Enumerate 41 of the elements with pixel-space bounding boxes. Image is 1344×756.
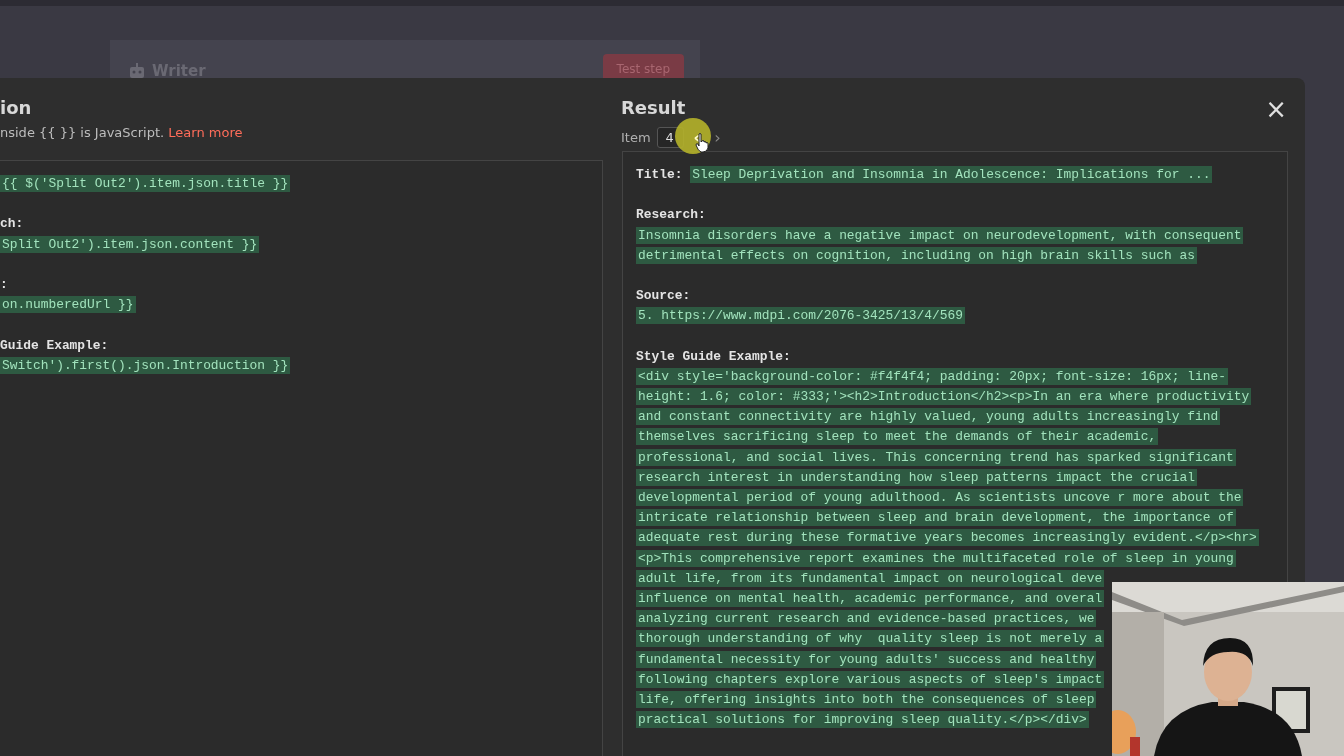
expression-value: intricate relationship between sleep and brain development, the importance of	[636, 509, 1236, 527]
expression-value: Insomnia disorders have a negative impact on neurodevelopment, with consequent	[636, 226, 1244, 244]
expression-value: research interest in understanding how sleep patterns impact the crucial	[636, 468, 1197, 486]
previous-item-button[interactable]: ‹	[689, 127, 705, 147]
expression-value: adult life, from its fundamental impact on neurological deve	[636, 569, 1105, 587]
expression-value: detrimental effects on cognition, including on high brain skills such as	[636, 246, 1197, 264]
field-label: Style Guide Example:	[636, 348, 791, 364]
learn-more-link[interactable]: Learn more	[168, 125, 243, 140]
expression-value: life, offering insights into both the consequences of sleep	[636, 690, 1097, 708]
expression-value: thorough understanding of why quality sleep is not merely a	[636, 630, 1105, 648]
expression-value: professional, and social lives. This concerning trend has sparked significant	[636, 448, 1236, 466]
field-label: :	[0, 276, 8, 292]
expression-value: analyzing current research and evidence-based practices, we	[636, 610, 1097, 628]
expression-value: {{ $('Split Out2').item.json.title }}	[0, 175, 291, 192]
expression-value: <p>This comprehensive report examines the multifaceted role of sleep in young	[636, 549, 1236, 567]
field-label: Research:	[636, 207, 706, 223]
expression-value: developmental period of young adulthood. As scientists uncove r more about the	[636, 489, 1244, 506]
expression-value: influence on mental health, academic performance, and overal	[636, 589, 1105, 607]
expression-value: themselves sacrificing sleep to meet the demands of their academic,	[636, 428, 1159, 446]
expression-value: height: 1.6; color: #333;'><h2>Introduction</h2><p>In an era where productivity	[636, 388, 1252, 406]
expression-value: practical solutions for improving sleep quality.</p></div>	[636, 711, 1089, 729]
expression-value: following chapters explore various aspects of sleep's impact	[636, 670, 1105, 688]
panel-title: ion	[0, 97, 32, 120]
expression-value: fundamental necessity for young adults' success and healthy	[636, 650, 1097, 668]
panel-title: Result	[621, 97, 686, 120]
expression-value: <div style='background-color: #f4f4f4; padding: 20px; font-size: 16px; line-	[636, 367, 1228, 385]
field-label: Guide Example:	[0, 337, 109, 353]
expression-value: Sleep Deprivation and Insomnia in Adolescence: Implications for ...	[690, 166, 1213, 183]
next-item-button[interactable]: ›	[710, 127, 725, 147]
expression-value: and constant connectivity are highly valued, young adults increasingly find	[636, 408, 1221, 426]
expression-value: on.numberedUrl }}	[0, 296, 136, 314]
expression-value: Switch').first().json.Introduction }}	[0, 356, 291, 374]
expression-value: 5. https://www.mdpi.com/2076-3425/13/4/569	[636, 307, 965, 325]
expression-value: adequate rest during these formative years becomes increasingly evident.</p><hr>	[636, 529, 1259, 547]
field-label: Title:	[636, 167, 683, 182]
hint-text: nside {{ }} is JavaScript.	[0, 125, 165, 140]
field-label: Source:	[636, 288, 691, 304]
item-label: Item	[621, 129, 651, 145]
field-label: ch:	[0, 216, 24, 232]
expression-editor[interactable]: {{ $('Split Out2').item.json.title }} ch: Split Out2').item.json.content }} : on.numberedUrl }} Guide Example: Switch').first().json.Introduction }}	[0, 160, 603, 756]
expression-value: Split Out2').item.json.content }}	[0, 235, 260, 253]
